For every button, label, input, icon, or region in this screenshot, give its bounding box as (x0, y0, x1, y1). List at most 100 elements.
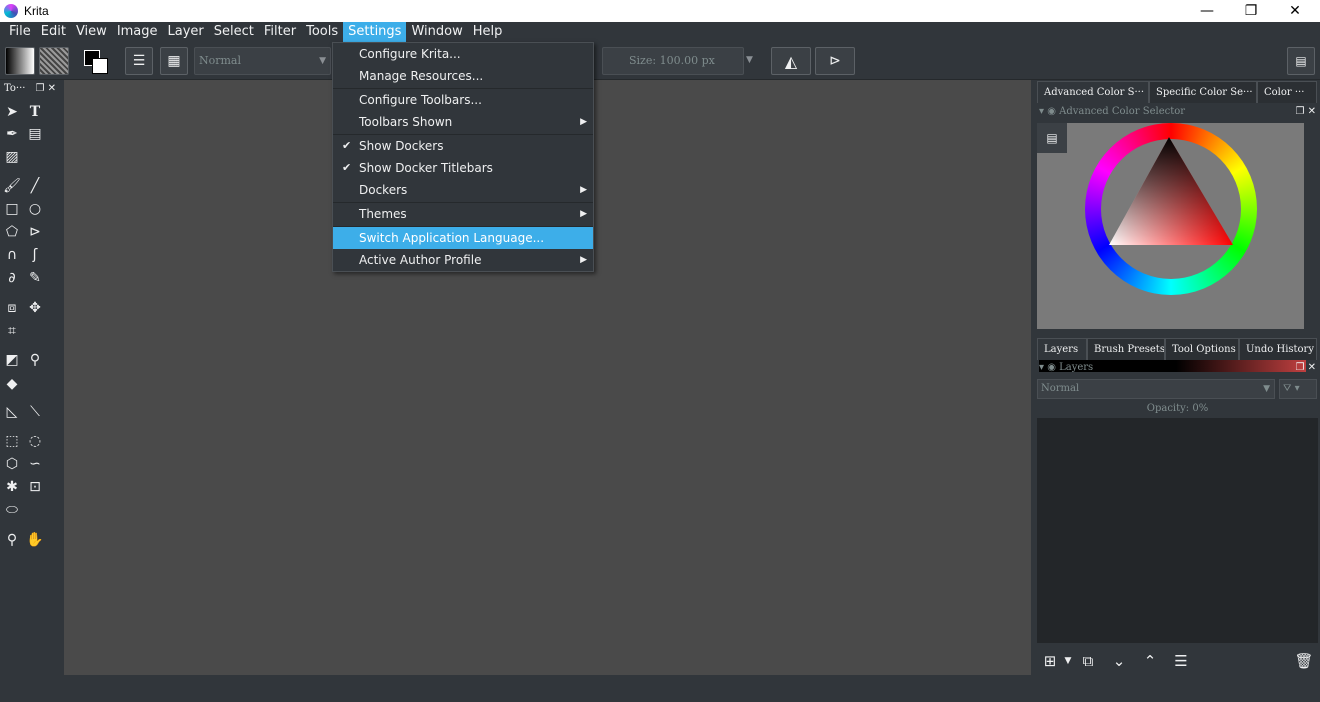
main-toolbar: ☰ ▦ Normal ▼ Size: 100.00 px ▼ ◭ ⊳ ▤ (0, 42, 1320, 80)
freehand-brush-icon[interactable]: 🖌 (2, 176, 22, 196)
ellipse-tool-icon[interactable]: ○ (25, 199, 45, 219)
rect-select-icon[interactable]: ⬚ (2, 431, 22, 451)
bezier-select-icon[interactable]: ⬭ (2, 500, 22, 520)
tab-tool-options[interactable]: Tool Options (1165, 338, 1239, 360)
menu-item-dockers[interactable]: Dockers ▶ (333, 179, 593, 201)
krita-app-icon (4, 4, 18, 18)
minimize-button[interactable]: — (1184, 0, 1230, 22)
mirror-vertical-icon[interactable]: ⊳ (815, 47, 855, 75)
menu-item-configure-toolbars[interactable]: Configure Toolbars... (333, 89, 593, 111)
freehand-path-icon[interactable]: ʃ (25, 245, 45, 265)
color-selector-settings-icon[interactable]: ▤ (1037, 123, 1067, 153)
toolbox-float-close-icon[interactable]: ❐ ✕ (35, 80, 56, 98)
settings-menu-dropdown: Configure Krita... Manage Resources... C… (332, 42, 594, 272)
menu-select[interactable]: Select (209, 22, 259, 42)
menu-item-show-dockers[interactable]: ✔ Show Dockers (333, 135, 593, 157)
measure-tool-icon[interactable]: ⟍ (25, 402, 45, 422)
dynamic-brush-icon[interactable]: ∂ (2, 268, 22, 288)
layer-blend-mode-combo[interactable]: Normal ▼ (1037, 379, 1275, 399)
delete-layer-icon[interactable]: 🗑 (1293, 650, 1315, 672)
fg-bg-color-swatch[interactable] (82, 48, 110, 76)
calligraphy-icon[interactable]: ✒ (2, 124, 22, 144)
layers-list[interactable] (1037, 418, 1318, 643)
saturation-value-triangle[interactable] (1109, 137, 1233, 245)
tab-advanced-color-selector[interactable]: Advanced Color S··· (1037, 81, 1149, 103)
polyline-tool-icon[interactable]: ⊳ (25, 222, 45, 242)
blend-mode-combo[interactable]: Normal ▼ (194, 47, 331, 75)
mirror-horizontal-icon[interactable]: ◭ (771, 47, 811, 75)
color-docker-float-close-icon[interactable]: ❐ ✕ (1295, 103, 1316, 121)
size-dropdown-icon[interactable]: ▼ (746, 55, 753, 65)
menu-item-configure-krita[interactable]: Configure Krita... (333, 43, 593, 65)
contiguous-select-icon[interactable]: ✱ (2, 477, 22, 497)
move-tool-icon[interactable]: ✥ (25, 298, 45, 318)
layers-float-close-icon[interactable]: ❐ ✕ (1295, 359, 1316, 377)
tab-brush-presets[interactable]: Brush Presets (1087, 338, 1165, 360)
duplicate-layer-icon[interactable]: ⧉ (1077, 650, 1099, 672)
menu-help[interactable]: Help (468, 22, 508, 42)
restore-button[interactable]: ❐ (1228, 0, 1274, 22)
menu-edit[interactable]: Edit (36, 22, 71, 42)
menu-filter[interactable]: Filter (259, 22, 301, 42)
edit-brush-settings-icon[interactable]: ☰ (125, 47, 153, 75)
polygon-select-icon[interactable]: ⬡ (2, 454, 22, 474)
menu-item-show-docker-titlebars[interactable]: ✔ Show Docker Titlebars (333, 157, 593, 179)
tab-undo-history[interactable]: Undo History (1239, 338, 1317, 360)
gradient-preset-button[interactable] (5, 47, 35, 75)
select-shapes-icon[interactable]: ➤ (2, 102, 22, 122)
title-bar: Krita — ❐ ✕ (0, 0, 1320, 22)
menu-file[interactable]: File (4, 22, 36, 42)
polygon-tool-icon[interactable]: ⬠ (2, 222, 22, 242)
tab-layers[interactable]: Layers (1037, 338, 1087, 360)
menu-window[interactable]: Window (406, 22, 467, 42)
brush-presets-icon[interactable]: ▦ (160, 47, 188, 75)
gradient-tool-icon[interactable]: ◩ (2, 350, 22, 370)
menu-item-toolbars-shown[interactable]: Toolbars Shown ▶ (333, 111, 593, 133)
menu-view[interactable]: View (71, 22, 112, 42)
close-button[interactable]: ✕ (1272, 0, 1318, 22)
edit-shapes-icon[interactable]: ▤ (25, 124, 45, 144)
tab-color[interactable]: Color ··· (1257, 81, 1317, 103)
menu-image[interactable]: Image (112, 22, 163, 42)
menu-item-active-author-profile[interactable]: Active Author Profile ▶ (333, 249, 593, 271)
color-picker-icon[interactable]: ⚲ (25, 350, 45, 370)
rectangle-tool-icon[interactable]: □ (2, 199, 22, 219)
workspace-chooser-icon[interactable]: ▤ (1287, 47, 1315, 75)
menu-tools[interactable]: Tools (301, 22, 343, 42)
brush-size-slider[interactable]: Size: 100.00 px (602, 47, 744, 75)
menu-layer[interactable]: Layer (163, 22, 209, 42)
freehand-select-icon[interactable]: ∽ (25, 454, 45, 474)
layers-docker-tabs: Layers Brush Presets Tool Options Undo H… (1035, 338, 1320, 360)
layer-properties-icon[interactable]: ☰ (1170, 650, 1192, 672)
color-selector-titlebar: ▾ ◉ Advanced Color Selector ❐ ✕ (1035, 103, 1320, 121)
crop-tool-icon[interactable]: ⌗ (2, 321, 22, 341)
menu-item-manage-resources[interactable]: Manage Resources... (333, 65, 593, 87)
tab-specific-color-selector[interactable]: Specific Color Se··· (1149, 81, 1257, 103)
checkmark-icon: ✔ (342, 139, 352, 152)
move-layer-down-icon[interactable]: ⌄ (1108, 650, 1130, 672)
add-layer-dropdown-icon[interactable]: ▼ (1057, 650, 1079, 672)
ellipse-select-icon[interactable]: ◌ (25, 431, 45, 451)
zoom-tool-icon[interactable]: ⚲ (2, 530, 22, 550)
layer-filter-icon[interactable]: ⛛ ▾ (1279, 379, 1317, 399)
menu-settings[interactable]: Settings (343, 22, 407, 42)
color-docker-tabs: Advanced Color S··· Specific Color Se···… (1035, 81, 1320, 103)
similar-select-icon[interactable]: ⊡ (25, 477, 45, 497)
assistant-tool-icon[interactable]: ◺ (2, 402, 22, 422)
pattern-preset-button[interactable] (39, 47, 69, 75)
pan-tool-icon[interactable]: ✋ (25, 530, 45, 550)
layer-buttons: ⊞ ▼ ⧉ ⌄ ⌃ ☰ 🗑 (1035, 650, 1320, 674)
bezier-tool-icon[interactable]: ∩ (2, 245, 22, 265)
advanced-color-selector[interactable]: ▤ (1037, 123, 1306, 372)
fill-tool-icon[interactable]: ◆ (2, 374, 22, 394)
transform-tool-icon[interactable]: ⧈ (2, 298, 22, 318)
layer-opacity-slider[interactable]: Opacity: 0% (1037, 400, 1318, 418)
move-layer-up-icon[interactable]: ⌃ (1139, 650, 1161, 672)
menu-item-switch-language[interactable]: Switch Application Language... (333, 227, 593, 249)
gradient-edit-icon[interactable]: ▨ (2, 147, 22, 167)
multibrush-icon[interactable]: ✎ (25, 268, 45, 288)
line-tool-icon[interactable]: ╱ (25, 176, 45, 196)
window-title: Krita (24, 4, 49, 18)
text-tool-icon[interactable]: T (25, 102, 45, 122)
menu-item-themes[interactable]: Themes ▶ (333, 203, 593, 225)
